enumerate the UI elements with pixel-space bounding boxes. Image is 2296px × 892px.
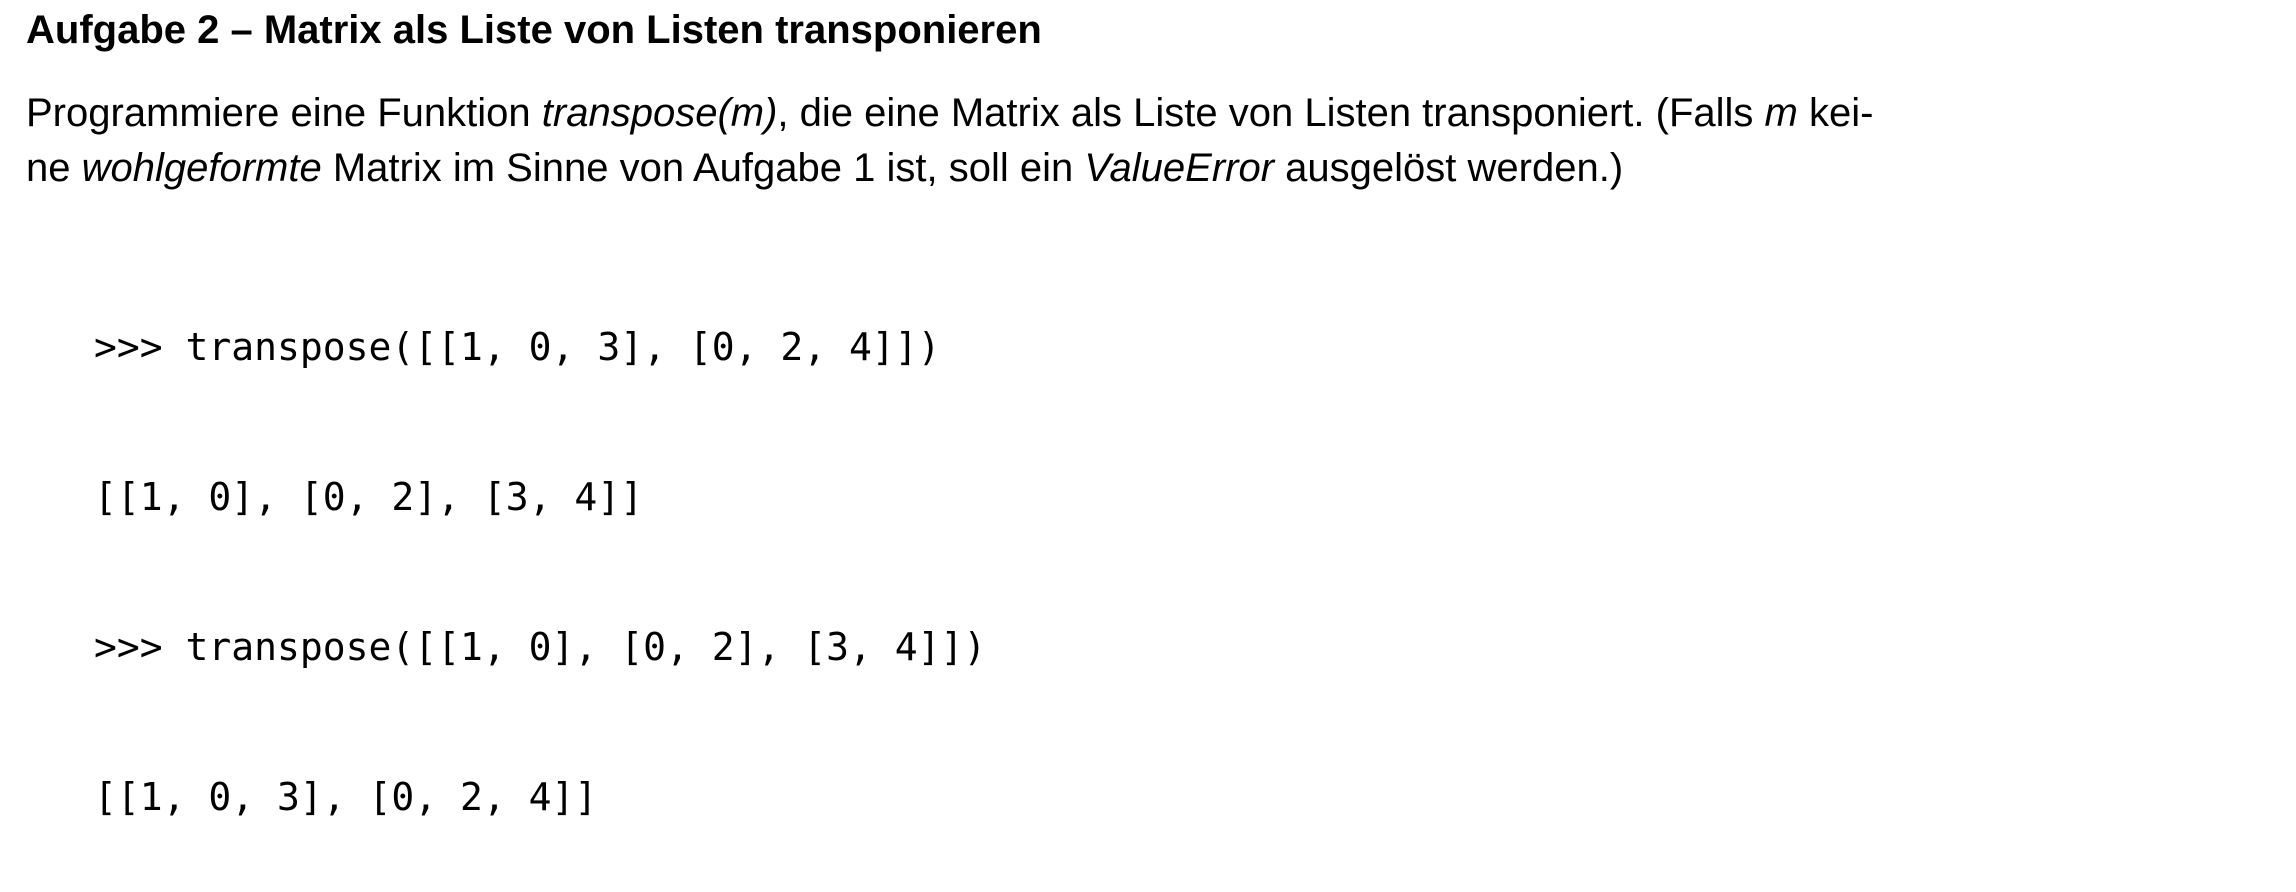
emphasized-term: wohlgeformte xyxy=(81,146,322,190)
description-text: Programmiere eine Funktion xyxy=(26,91,542,135)
description-text: Matrix im Sinne von Aufgabe 1 ist, soll … xyxy=(321,146,1085,190)
description-text: ausgelöst werden.) xyxy=(1274,146,1624,190)
parameter-name: m xyxy=(1764,91,1798,135)
code-line-call: >>> transpose([[1, 0, 3], [0, 2, 4]]) xyxy=(94,325,941,369)
exercise-title: Aufgabe 2 – Matrix als Liste von Listen … xyxy=(26,8,1042,52)
code-line-call: >>> transpose([[1, 0], [0, 2], [3, 4]]) xyxy=(94,625,987,669)
exception-name: ValueError xyxy=(1084,146,1275,190)
code-line-result: [[1, 0, 3], [0, 2, 4]] xyxy=(94,775,598,819)
exercise-description-line-1: Programmiere eine Funktion transpose(m),… xyxy=(26,87,1873,139)
code-line-result: [[1, 0], [0, 2], [3, 4]] xyxy=(94,475,644,519)
function-signature: transpose(m) xyxy=(541,91,778,135)
exercise-description-line-2: ne wohlgeformte Matrix im Sinne von Aufg… xyxy=(26,142,1623,194)
exercise-page: Aufgabe 2 – Matrix als Liste von Listen … xyxy=(26,0,2276,819)
description-text: ne xyxy=(26,146,82,190)
code-example: >>> transpose([[1, 0, 3], [0, 2, 4]]) [[… xyxy=(94,222,986,892)
description-text: kei- xyxy=(1797,91,1874,135)
description-text: , die eine Matrix als Liste von Listen t… xyxy=(777,91,1765,135)
